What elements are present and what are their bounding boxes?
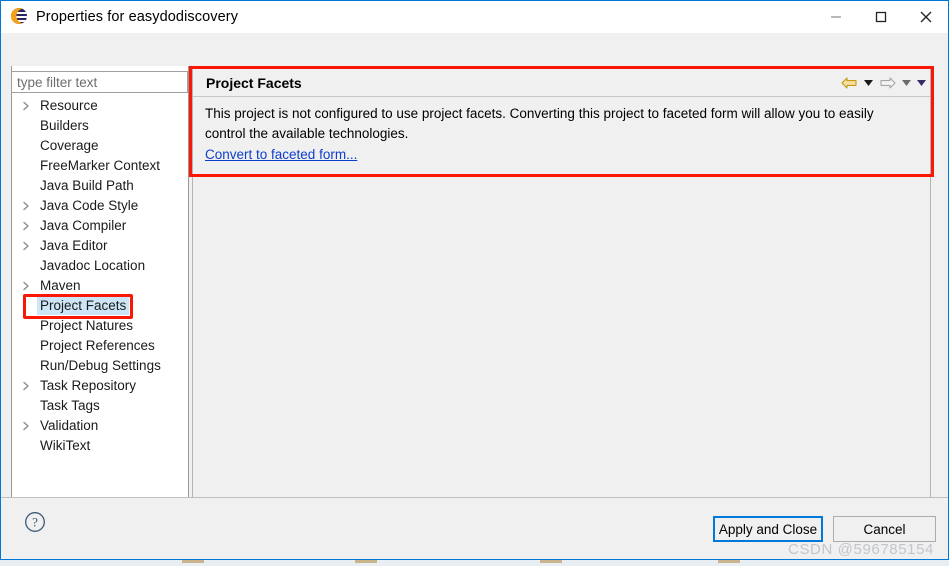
panel-navigation xyxy=(838,69,928,97)
maximize-icon[interactable] xyxy=(858,1,903,33)
svg-text:?: ? xyxy=(32,515,38,530)
close-icon[interactable] xyxy=(903,1,948,33)
panel-message: This project is not configured to use pr… xyxy=(205,106,874,141)
tree-item-label: Builders xyxy=(40,118,89,133)
minimize-icon[interactable] xyxy=(813,1,858,33)
tree-item-label: Coverage xyxy=(40,138,99,153)
forward-dropdown-icon[interactable] xyxy=(899,71,913,95)
tree-item-run-debug-settings[interactable]: Run/Debug Settings xyxy=(12,356,188,376)
settings-tree: Resource Builders Coverage FreeMarker Conte… xyxy=(12,96,188,456)
back-dropdown-icon[interactable] xyxy=(861,71,875,95)
chevron-right-icon[interactable] xyxy=(22,421,37,431)
eclipse-icon xyxy=(11,8,29,26)
chevron-right-icon[interactable] xyxy=(22,201,37,211)
chevron-right-icon[interactable] xyxy=(22,221,37,231)
tree-item-label: Java Build Path xyxy=(40,178,134,193)
watermark: CSDN @596785154 xyxy=(788,541,934,558)
tree-item-label: Validation xyxy=(40,418,99,433)
help-icon[interactable]: ? xyxy=(24,511,46,533)
chevron-right-icon[interactable] xyxy=(22,381,37,391)
tree-item-label: Project Facets xyxy=(37,297,130,315)
tree-item-label: Maven xyxy=(40,278,81,293)
tree-item-task-tags[interactable]: Task Tags xyxy=(12,396,188,416)
title-bar: Properties for easydodiscovery xyxy=(1,1,948,33)
tree-item-label: Java Editor xyxy=(40,238,108,253)
panel-title: Project Facets xyxy=(206,74,302,91)
tree-item-coverage[interactable]: Coverage xyxy=(12,136,188,156)
tree-item-task-repository[interactable]: Task Repository xyxy=(12,376,188,396)
tree-item-label: Project References xyxy=(40,338,155,353)
panel-header: Project Facets xyxy=(193,69,930,97)
overflow-dropdown-icon[interactable] xyxy=(914,71,928,95)
forward-arrow-icon xyxy=(876,71,898,95)
tree-item-label: Java Compiler xyxy=(40,218,127,233)
tree-item-java-build-path[interactable]: Java Build Path xyxy=(12,176,188,196)
tree-item-label: Task Tags xyxy=(40,398,100,413)
tree-item-java-editor[interactable]: Java Editor xyxy=(12,236,188,256)
tree-item-label: Javadoc Location xyxy=(40,258,146,273)
cancel-button[interactable]: Cancel xyxy=(833,516,936,542)
convert-to-faceted-form-link[interactable]: Convert to faceted form... xyxy=(205,147,357,162)
dialog-footer: ? Apply and Close Cancel CSDN @596785154 xyxy=(1,497,948,559)
tree-item-label: Task Repository xyxy=(40,378,137,393)
window-title: Properties for easydodiscovery xyxy=(36,9,239,25)
tree-item-builders[interactable]: Builders xyxy=(12,116,188,136)
tree-item-freemarker-context[interactable]: FreeMarker Context xyxy=(12,156,188,176)
window-controls xyxy=(813,1,948,33)
tree-item-validation[interactable]: Validation xyxy=(12,416,188,436)
tree-item-javadoc-location[interactable]: Javadoc Location xyxy=(12,256,188,276)
tree-item-label: Resource xyxy=(40,98,98,113)
filter-input[interactable] xyxy=(11,71,188,93)
chevron-right-icon[interactable] xyxy=(22,241,37,251)
chevron-right-icon[interactable] xyxy=(22,281,37,291)
dialog-content: Resource Builders Coverage FreeMarker Conte… xyxy=(1,33,948,559)
tree-item-wikitext[interactable]: WikiText xyxy=(12,436,188,456)
tree-item-project-references[interactable]: Project References xyxy=(12,336,188,356)
properties-dialog: Properties for easydodiscovery Resource B… xyxy=(0,0,949,560)
tree-item-label: Project Natures xyxy=(40,318,134,333)
apply-and-close-button[interactable]: Apply and Close xyxy=(713,516,823,542)
tree-item-label: Java Code Style xyxy=(40,198,139,213)
desktop-strip xyxy=(0,560,949,566)
tree-item-label: FreeMarker Context xyxy=(40,158,161,173)
tree-item-java-code-style[interactable]: Java Code Style xyxy=(12,196,188,216)
tree-item-resource[interactable]: Resource xyxy=(12,96,188,116)
tree-item-project-natures[interactable]: Project Natures xyxy=(12,316,188,336)
back-arrow-icon[interactable] xyxy=(838,71,860,95)
tree-item-label: WikiText xyxy=(40,438,91,453)
dialog-buttons: Apply and Close Cancel xyxy=(713,516,936,542)
chevron-right-icon[interactable] xyxy=(22,101,37,111)
panel-body: This project is not configured to use pr… xyxy=(193,98,930,176)
tree-item-project-facets[interactable]: Project Facets xyxy=(12,296,188,316)
tree-item-java-compiler[interactable]: Java Compiler xyxy=(12,216,188,236)
tree-item-maven[interactable]: Maven xyxy=(12,276,188,296)
tree-item-label: Run/Debug Settings xyxy=(40,358,161,373)
